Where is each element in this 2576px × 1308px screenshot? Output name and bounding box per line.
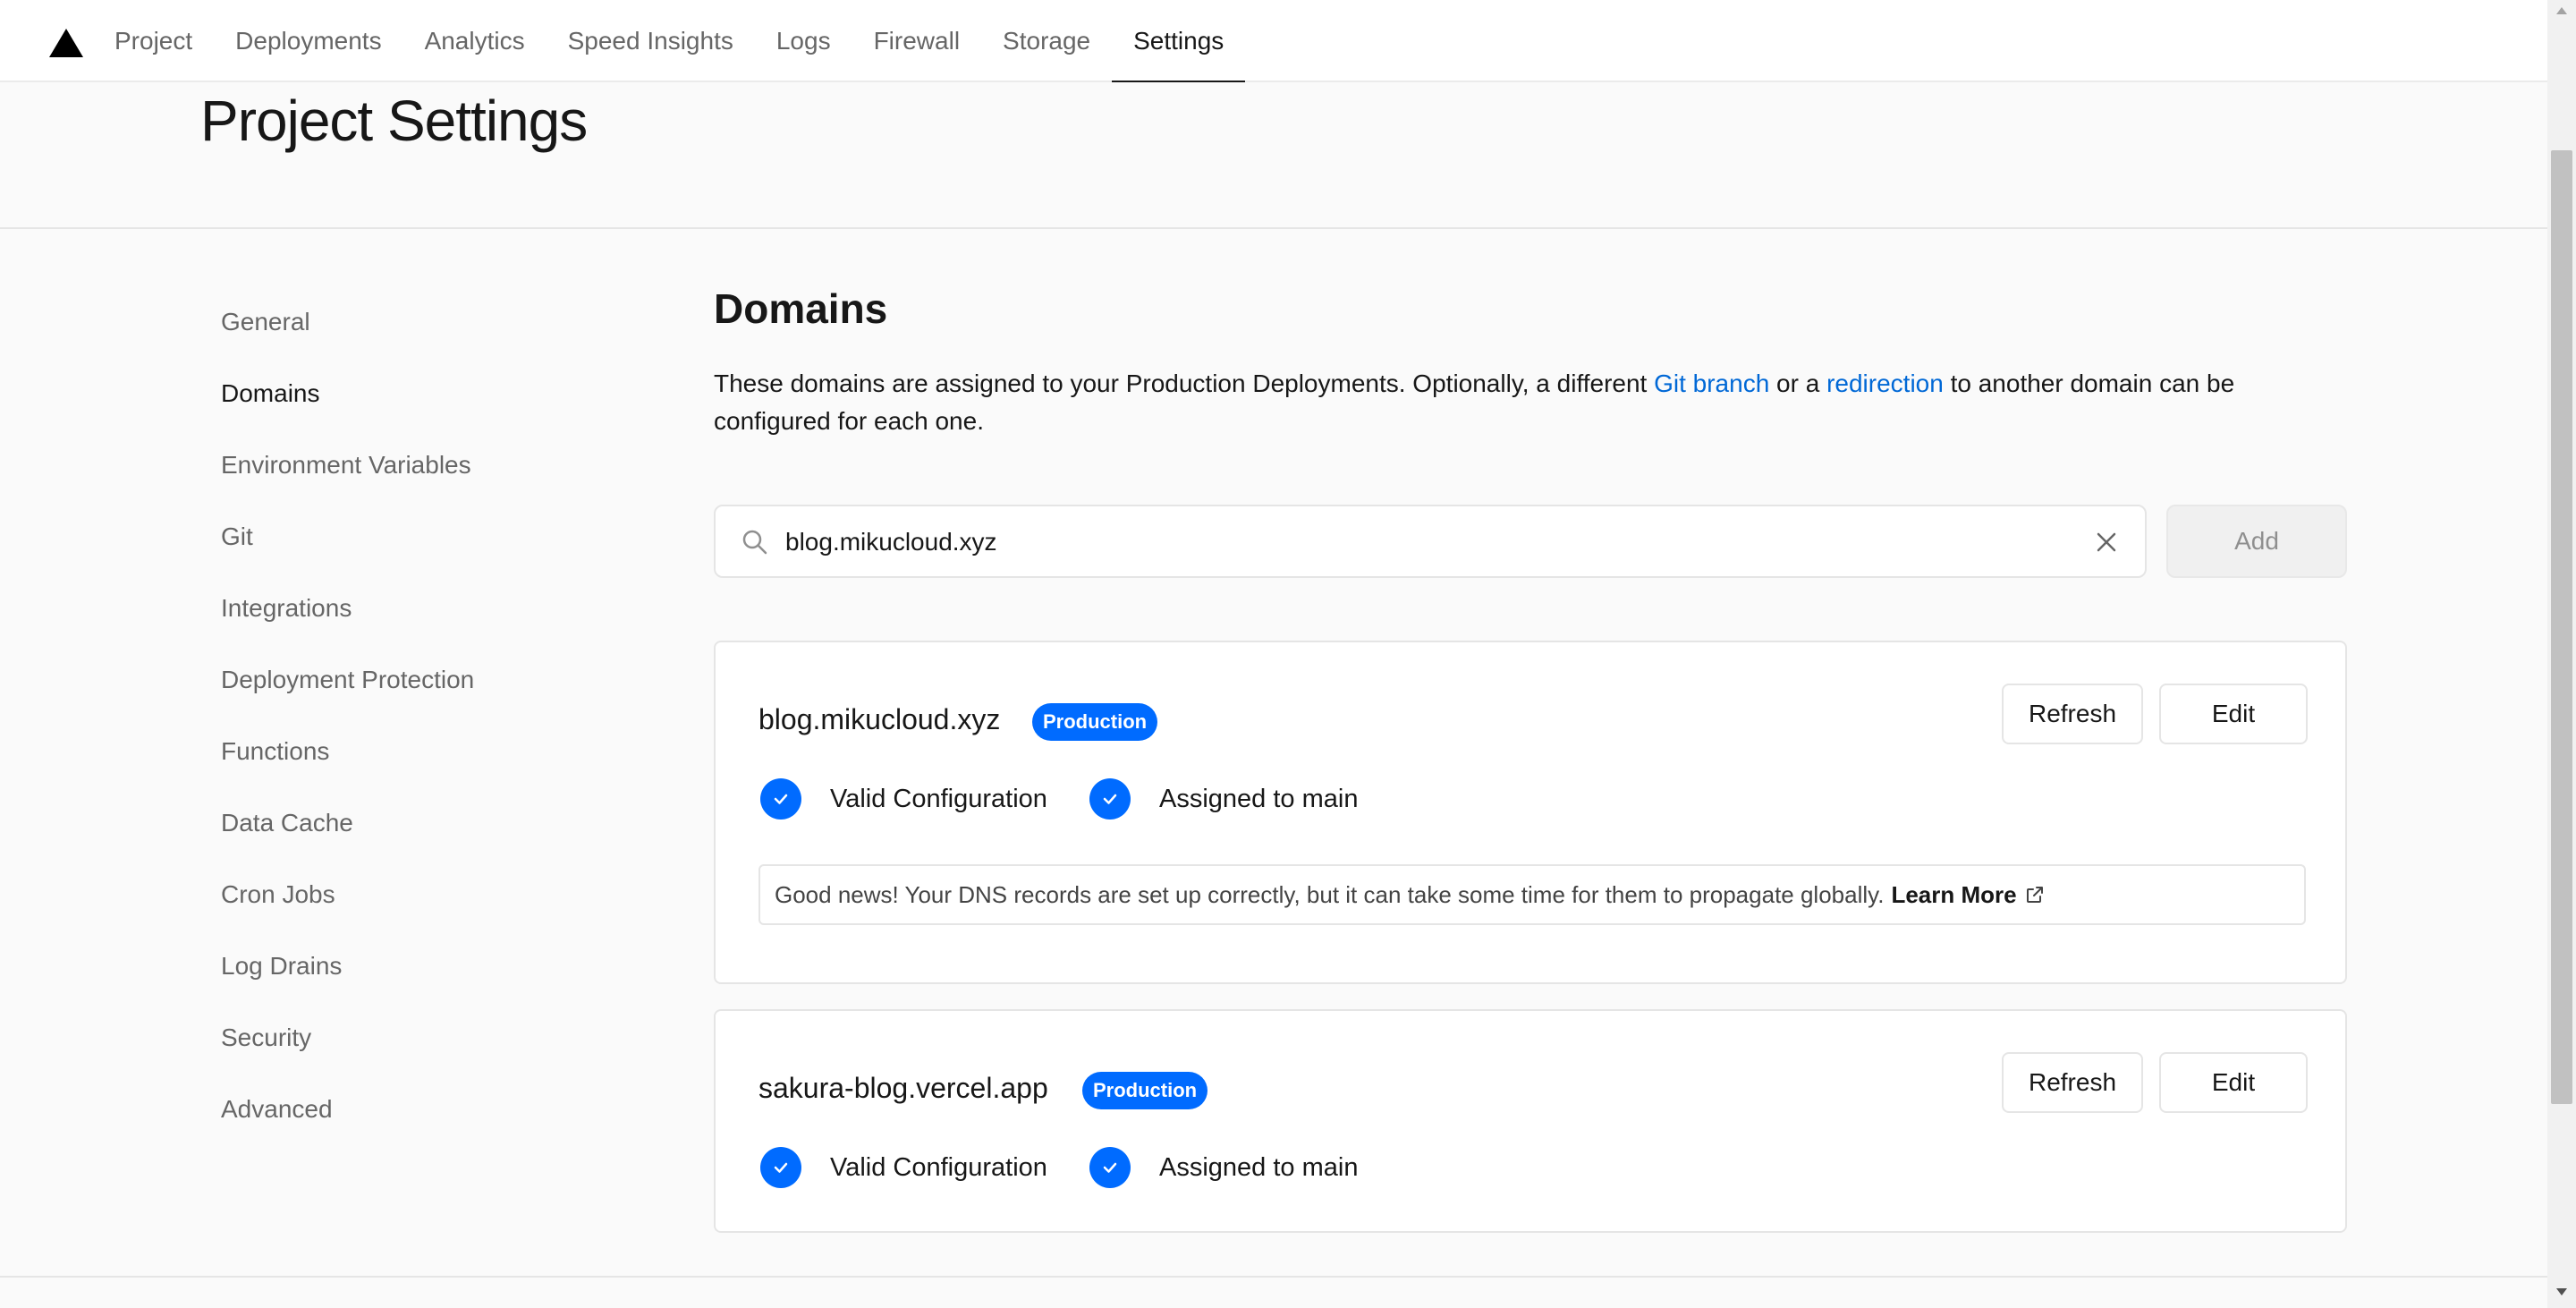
sidebar-item-domains[interactable]: Domains [221,376,474,447]
learn-more-label: Learn More [1891,880,2017,908]
desc-text-2: or a [1769,369,1827,397]
header-band: Project Settings [0,82,2547,229]
external-link-icon [2026,887,2043,903]
tab-analytics[interactable]: Analytics [403,0,547,82]
desc-text-1: These domains are assigned to your Produ… [714,369,1655,397]
page-scrollbar[interactable] [2547,0,2576,1308]
domain-name[interactable]: blog.mikucloud.xyz [758,703,1000,736]
dns-notice: Good news! Your DNS records are set up c… [758,864,2306,925]
learn-more-link[interactable]: Learn More [1891,881,2045,909]
sidebar-item-git[interactable]: Git [221,519,474,590]
tab-logs[interactable]: Logs [755,0,852,82]
production-badge: Production [1082,1072,1208,1109]
tab-storage[interactable]: Storage [981,0,1112,82]
bottom-divider [0,1276,2547,1278]
status-label: Valid Configuration [830,1152,1047,1182]
refresh-button[interactable]: Refresh [2002,684,2143,744]
tab-project[interactable]: Project [93,0,214,82]
sidebar-item-security[interactable]: Security [221,1020,474,1091]
domain-name[interactable]: sakura-blog.vercel.app [758,1072,1048,1105]
assigned-branch-status: Assigned to main [1089,778,1358,820]
scroll-thumb[interactable] [2551,150,2572,1104]
tab-settings[interactable]: Settings [1112,0,1246,84]
check-icon [760,778,801,820]
tab-deployments[interactable]: Deployments [214,0,402,82]
domain-card: sakura-blog.vercel.app Production Refres… [714,1009,2347,1233]
sidebar-item-functions[interactable]: Functions [221,734,474,805]
domains-description: These domains are assigned to your Produ… [714,365,2324,440]
domain-card: blog.mikucloud.xyz Production Refresh Ed… [714,641,2347,984]
check-icon [760,1147,801,1188]
check-icon [1089,1147,1131,1188]
sidebar-item-cron-jobs[interactable]: Cron Jobs [221,877,474,948]
vercel-logo-icon[interactable] [48,27,84,59]
add-domain-button[interactable]: Add [2166,505,2347,578]
sidebar-item-integrations[interactable]: Integrations [221,590,474,662]
git-branch-link[interactable]: Git branch [1654,369,1769,397]
sidebar-item-log-drains[interactable]: Log Drains [221,948,474,1020]
domains-section: Domains These domains are assigned to yo… [714,285,2347,1233]
domain-input[interactable] [785,515,2038,569]
settings-sidebar: General Domains Environment Variables Gi… [221,304,474,1163]
sidebar-item-advanced[interactable]: Advanced [221,1091,474,1163]
redirection-link[interactable]: redirection [1826,369,1944,397]
valid-configuration-status: Valid Configuration [760,1147,1047,1188]
sidebar-item-data-cache[interactable]: Data Cache [221,805,474,877]
notice-text: Good news! Your DNS records are set up c… [775,880,1885,908]
status-label: Valid Configuration [830,784,1047,813]
add-domain-row: Add [714,505,2347,578]
sidebar-item-general[interactable]: General [221,304,474,376]
check-icon [1089,778,1131,820]
production-badge: Production [1032,703,1158,741]
edit-button[interactable]: Edit [2159,684,2308,744]
edit-button[interactable]: Edit [2159,1052,2308,1113]
clear-icon[interactable] [2093,529,2120,556]
status-label: Assigned to main [1159,784,1359,813]
sidebar-item-environment-variables[interactable]: Environment Variables [221,447,474,519]
section-title: Domains [714,285,888,332]
search-icon [742,530,767,555]
scroll-down-arrow-icon[interactable] [2556,1288,2567,1295]
tab-speed-insights[interactable]: Speed Insights [547,0,755,82]
status-label: Assigned to main [1159,1152,1359,1182]
nav-tabs: Project Deployments Analytics Speed Insi… [93,0,1246,84]
sidebar-item-deployment-protection[interactable]: Deployment Protection [221,662,474,734]
scroll-up-arrow-icon[interactable] [2556,7,2567,14]
refresh-button[interactable]: Refresh [2002,1052,2143,1113]
page-title: Project Settings [200,89,588,153]
domain-search-box [714,505,2147,578]
valid-configuration-status: Valid Configuration [760,778,1047,820]
top-nav: Project Deployments Analytics Speed Insi… [0,0,2547,84]
tab-firewall[interactable]: Firewall [852,0,981,82]
assigned-branch-status: Assigned to main [1089,1147,1358,1188]
